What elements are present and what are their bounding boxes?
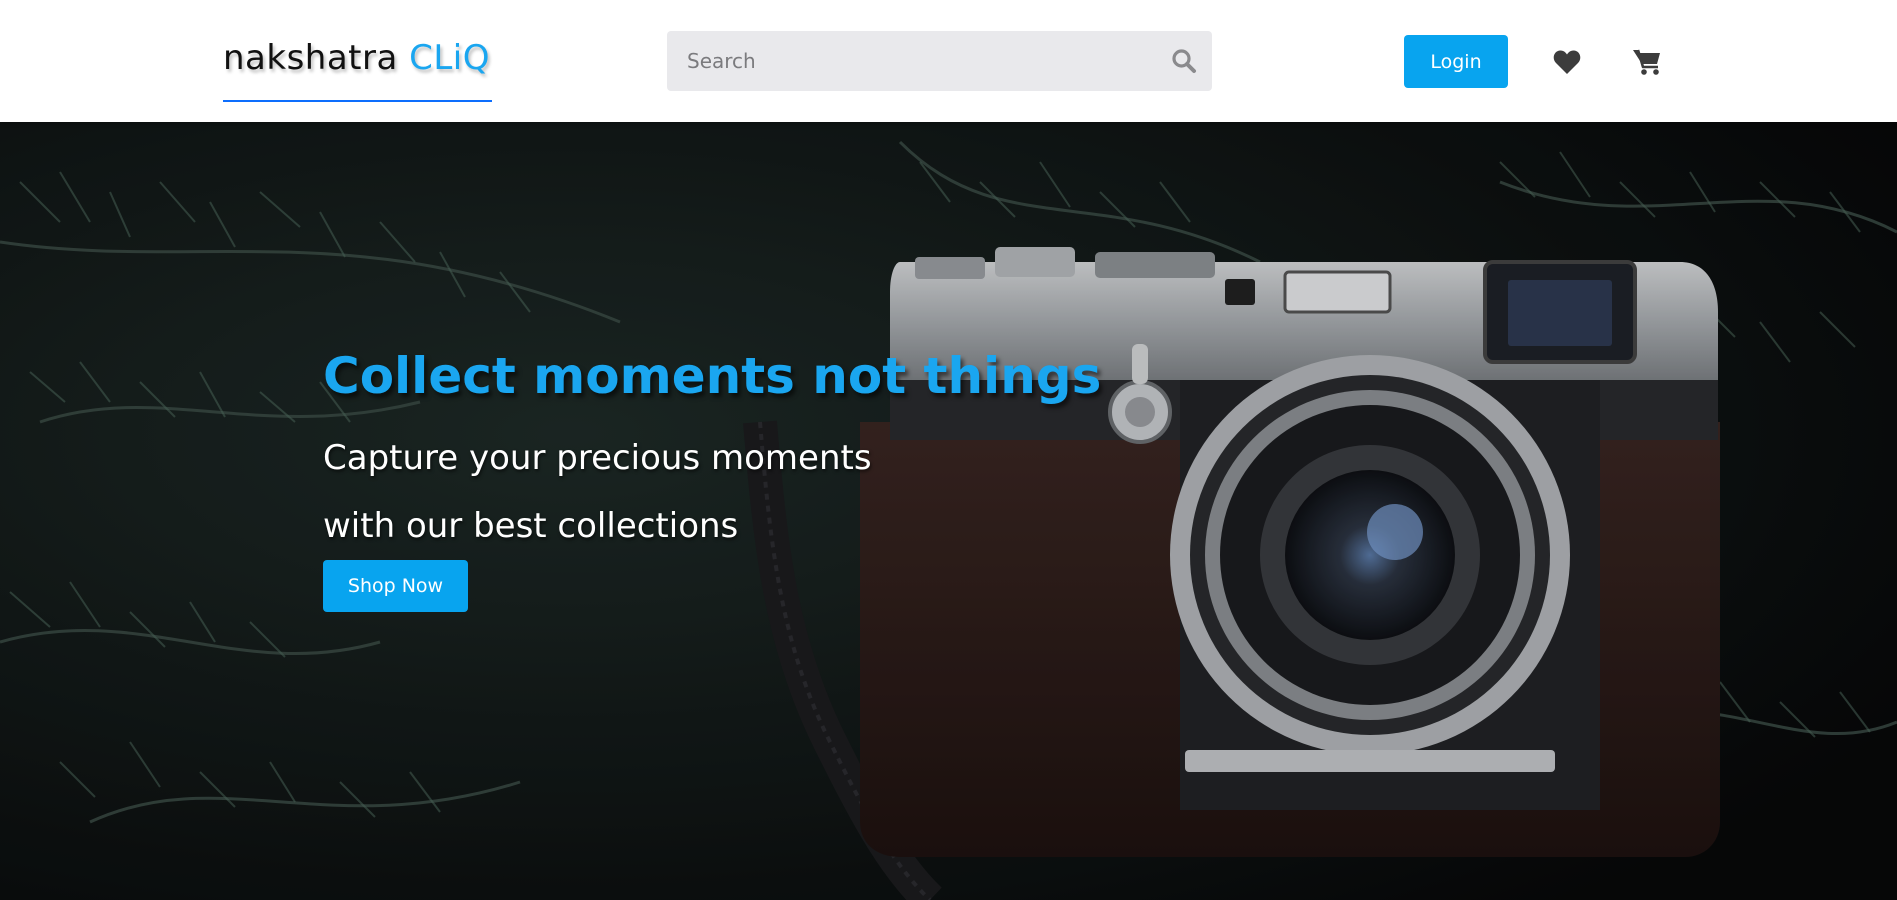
logo-main: nakshatra bbox=[223, 38, 410, 78]
shop-now-button[interactable]: Shop Now bbox=[323, 560, 468, 612]
hero-title: Collect moments not things bbox=[323, 347, 1102, 405]
search-input[interactable] bbox=[667, 31, 1156, 91]
cart-icon[interactable] bbox=[1627, 42, 1667, 82]
search-icon[interactable] bbox=[1156, 31, 1212, 91]
hero-subtitle-line-1: Capture your precious moments bbox=[323, 438, 872, 478]
hero-banner: Collect moments not things Capture your … bbox=[0, 122, 1897, 900]
logo-text: nakshatra CLiQ bbox=[223, 38, 490, 78]
hero-subtitle-line-2: with our best collections bbox=[323, 506, 739, 546]
login-button[interactable]: Login bbox=[1404, 35, 1508, 88]
site-header: nakshatra CLiQ Login bbox=[0, 0, 1897, 122]
heart-icon[interactable] bbox=[1547, 42, 1587, 82]
hero-subtitle: Capture your precious moments with our b… bbox=[323, 424, 1223, 560]
logo-accent: CLiQ bbox=[409, 38, 491, 78]
site-logo[interactable]: nakshatra CLiQ bbox=[223, 30, 493, 102]
search-bar bbox=[667, 31, 1212, 91]
hero-content: Collect moments not things Capture your … bbox=[323, 344, 1223, 612]
